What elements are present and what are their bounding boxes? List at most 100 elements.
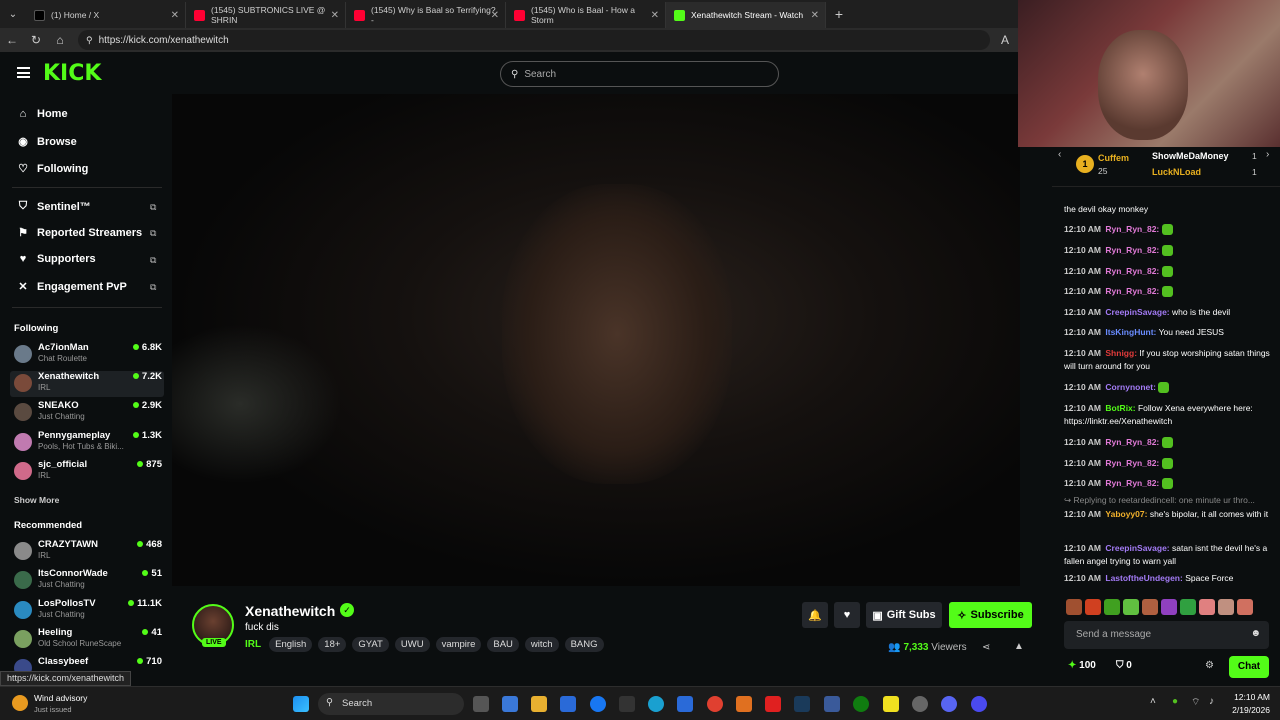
- tray-app-icon[interactable]: ●: [1172, 696, 1178, 707]
- tag[interactable]: witch: [524, 637, 559, 652]
- sidebar-item-following[interactable]: ♡ Following: [16, 162, 88, 176]
- weather-title[interactable]: Wind advisory: [34, 693, 87, 703]
- taskbar-search[interactable]: ⚲ Search: [318, 693, 464, 715]
- subscribe-button[interactable]: ✧ Subscribe: [949, 602, 1032, 628]
- tab-list-icon[interactable]: ⌄: [0, 9, 26, 20]
- tag[interactable]: vampire: [435, 637, 482, 652]
- channel-item[interactable]: Pennygameplay Pools, Hot Tubs & Biki... …: [14, 430, 164, 456]
- message-username[interactable]: CreepinSavage:: [1105, 543, 1169, 553]
- sidebar-item-home[interactable]: ⌂ Home: [16, 108, 68, 120]
- message-username[interactable]: LastoftheUndegen:: [1105, 573, 1182, 583]
- message-username[interactable]: Ryn_Ryn_82:: [1105, 266, 1159, 276]
- message-username[interactable]: Ryn_Ryn_82:: [1105, 224, 1159, 234]
- facebook-icon[interactable]: [590, 696, 606, 712]
- home-icon[interactable]: ⌂: [48, 33, 72, 47]
- tag[interactable]: UWU: [394, 637, 430, 652]
- message-username[interactable]: Yaboyy07:: [1105, 509, 1147, 519]
- video-player[interactable]: [172, 94, 1020, 586]
- emote[interactable]: [1123, 599, 1139, 615]
- report-icon[interactable]: ▲: [1014, 641, 1024, 652]
- external-link-icon[interactable]: ⧉: [150, 228, 156, 239]
- browser-tab[interactable]: (1545) Why is Baal so Terrifying? - ✕: [346, 2, 506, 28]
- emote[interactable]: [1180, 599, 1196, 615]
- external-link-icon[interactable]: ⧉: [150, 202, 156, 213]
- emoji-icon[interactable]: ☻: [1250, 628, 1261, 639]
- browser-tab[interactable]: (1545) Who is Baal - How a Storm ✕: [506, 2, 666, 28]
- close-icon[interactable]: ✕: [171, 10, 179, 21]
- emote[interactable]: [1085, 599, 1101, 615]
- read-aloud-icon[interactable]: A: [990, 33, 1020, 47]
- app-icon[interactable]: [824, 696, 840, 712]
- message-username[interactable]: Ryn_Ryn_82:: [1105, 437, 1159, 447]
- steam-icon[interactable]: [794, 696, 810, 712]
- edge-icon[interactable]: [648, 696, 664, 712]
- share-icon[interactable]: ⋖: [982, 642, 990, 653]
- close-icon[interactable]: ✕: [491, 10, 499, 21]
- app-icon[interactable]: [971, 696, 987, 712]
- back-icon[interactable]: ←: [0, 33, 24, 47]
- tag[interactable]: 18+: [318, 637, 347, 652]
- tag[interactable]: GYAT: [352, 637, 389, 652]
- emote[interactable]: [1142, 599, 1158, 615]
- message-username[interactable]: Ryn_Ryn_82:: [1105, 478, 1159, 488]
- emote[interactable]: [1161, 599, 1177, 615]
- amazon-icon[interactable]: [619, 696, 635, 712]
- xbox-icon[interactable]: [853, 696, 869, 712]
- volume-icon[interactable]: ♪: [1209, 696, 1214, 707]
- tag[interactable]: English: [269, 637, 313, 652]
- channel-item[interactable]: CRAZYTAWN IRL 468: [14, 539, 164, 565]
- close-icon[interactable]: ✕: [651, 10, 659, 21]
- message-username[interactable]: Ryn_Ryn_82:: [1105, 458, 1159, 468]
- settings-icon[interactable]: ⚙: [1205, 660, 1214, 671]
- message-username[interactable]: ItsKingHunt:: [1105, 327, 1156, 337]
- follow-button[interactable]: ♥: [834, 602, 860, 628]
- channel-points[interactable]: ✦ 100: [1068, 660, 1096, 671]
- emote[interactable]: [1237, 599, 1253, 615]
- youtube-icon[interactable]: [765, 696, 781, 712]
- channel-item[interactable]: sjc_official IRL 875: [14, 459, 164, 485]
- sidebar-item-engagement-pvp[interactable]: ✕ Engagement PvP: [16, 280, 126, 294]
- url-field[interactable]: ⚲ https://kick.com/xenathewitch: [78, 30, 990, 50]
- chat-input[interactable]: Send a message ☻: [1064, 621, 1269, 649]
- windows-start-icon[interactable]: [293, 696, 309, 712]
- gift-subs-button[interactable]: ▣ Gift Subs: [866, 602, 942, 628]
- external-link-icon[interactable]: ⧉: [150, 282, 156, 293]
- chrome-icon[interactable]: [707, 696, 723, 712]
- copilot-icon[interactable]: [502, 696, 518, 712]
- kick-logo[interactable]: KICK: [43, 61, 101, 86]
- channel-item[interactable]: LosPollosTV Just Chatting 11.1K: [14, 598, 164, 624]
- show-more-link[interactable]: Show More: [14, 495, 59, 505]
- streamer-name[interactable]: Xenathewitch: [245, 603, 335, 619]
- browser-tab[interactable]: (1545) SUBTRONICS LIVE @ SHRIN ✕: [186, 2, 346, 28]
- external-link-icon[interactable]: ⧉: [150, 255, 156, 266]
- settings-icon[interactable]: [912, 696, 928, 712]
- emote[interactable]: [1066, 599, 1082, 615]
- sidebar-item-browse[interactable]: ◉ Browse: [16, 135, 77, 149]
- channel-item[interactable]: Ac7ionMan Chat Roulette 6.8K: [14, 342, 164, 368]
- message-username[interactable]: Ryn_Ryn_82:: [1105, 245, 1159, 255]
- message-username[interactable]: Shnigg:: [1105, 348, 1137, 358]
- sidebar-item-sentinel[interactable]: ⛉ Sentinel™: [16, 200, 91, 213]
- clock-date[interactable]: 2/19/2026: [1224, 705, 1270, 715]
- tag[interactable]: BANG: [564, 637, 604, 652]
- emote[interactable]: [1218, 599, 1234, 615]
- search-input[interactable]: ⚲ Search: [500, 61, 779, 87]
- message-username[interactable]: Cornynonet:: [1105, 382, 1156, 392]
- store-icon[interactable]: [560, 696, 576, 712]
- chevron-left-icon[interactable]: ‹: [1058, 149, 1061, 160]
- browser-tab-active[interactable]: Xenathewitch Stream - Watch ✕: [666, 2, 826, 28]
- reload-icon[interactable]: ↻: [24, 33, 48, 47]
- sidebar-item-supporters[interactable]: ♥ Supporters: [16, 253, 96, 265]
- channel-item[interactable]: SNEAKO Just Chatting 2.9K: [14, 400, 164, 426]
- close-icon[interactable]: ✕: [331, 10, 339, 21]
- channel-item-selected[interactable]: Xenathewitch IRL 7.2K: [10, 371, 164, 397]
- sticky-notes-icon[interactable]: [883, 696, 899, 712]
- category-link[interactable]: IRL: [245, 639, 261, 650]
- message-username[interactable]: Ryn_Ryn_82:: [1105, 286, 1159, 296]
- emote[interactable]: [1104, 599, 1120, 615]
- app-icon[interactable]: [736, 696, 752, 712]
- new-tab-icon[interactable]: +: [826, 6, 852, 22]
- emote[interactable]: [1199, 599, 1215, 615]
- channel-item[interactable]: ItsConnorWade Just Chatting 51: [14, 568, 164, 594]
- tray-chevron-icon[interactable]: ˄: [1150, 696, 1156, 707]
